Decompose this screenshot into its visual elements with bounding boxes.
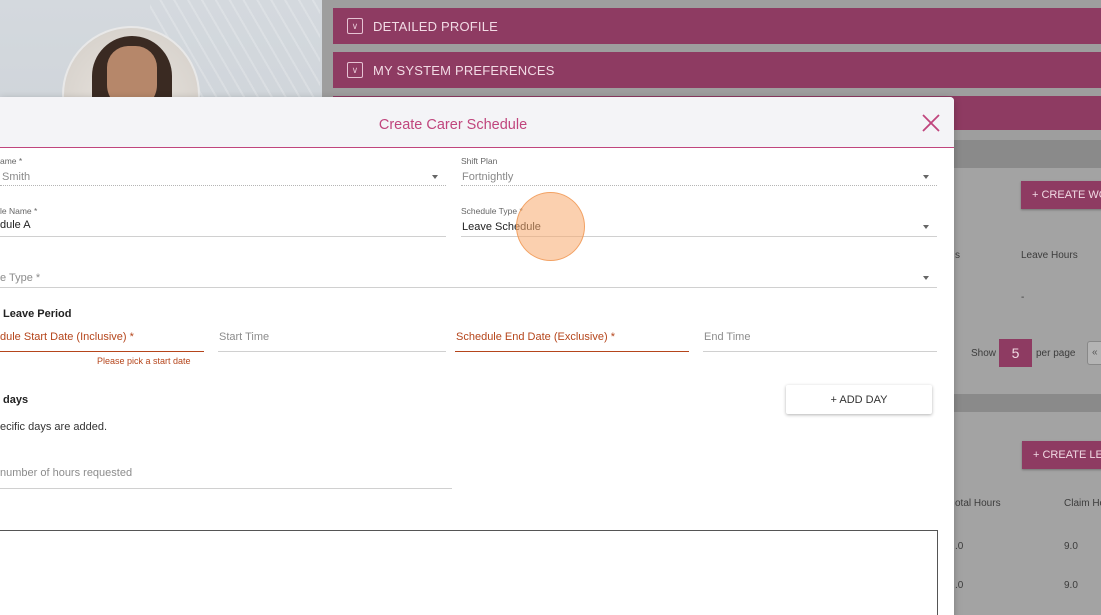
leave-type-placeholder: e Type *: [0, 272, 41, 284]
carer-name-label: ame *: [0, 156, 23, 166]
per-page-select[interactable]: 5: [999, 339, 1032, 367]
per-page-label: per page: [1036, 348, 1076, 359]
close-icon[interactable]: [919, 111, 943, 135]
carer-name-value: Smith: [2, 171, 31, 183]
add-day-label: + ADD DAY: [830, 393, 888, 406]
field-underline: [0, 185, 446, 186]
shift-plan-value: Fortnightly: [462, 171, 514, 183]
create-work-schedule-button[interactable]: + CREATE WO: [1021, 181, 1101, 209]
field-underline: [461, 236, 937, 237]
create-carer-schedule-dialog: Create Carer Schedule ame * Smith Shift …: [0, 97, 954, 615]
field-underline: [0, 488, 452, 489]
cell-claim-hours: 9.0: [1064, 580, 1078, 591]
add-day-button[interactable]: + ADD DAY: [786, 385, 932, 414]
create-work-label: + CREATE WO: [1032, 189, 1101, 201]
accordion-system-preferences[interactable]: ∨ MY SYSTEM PREFERENCES: [333, 52, 1101, 88]
shift-plan-label: Shift Plan: [461, 156, 498, 166]
field-underline: [0, 287, 937, 288]
field-underline: [0, 351, 204, 352]
field-underline: [703, 351, 937, 352]
per-page-value: 5: [1011, 345, 1020, 361]
chevron-down-icon: [923, 175, 929, 179]
leave-period-title: Leave Period: [3, 308, 72, 320]
start-date-label: dule Start Date (Inclusive) *: [0, 331, 134, 343]
cell-total-hours: .0: [955, 541, 964, 552]
start-date-error: Please pick a start date: [97, 356, 191, 366]
accordion-label: MY SYSTEM PREFERENCES: [373, 62, 555, 78]
cell-total-hours: .0: [955, 580, 964, 591]
field-underline: [218, 351, 446, 352]
column-header-claim-hours: Claim Ho: [1064, 498, 1101, 509]
field-underline: [0, 236, 446, 237]
schedule-name-value: dule A: [0, 219, 31, 231]
column-header-leave-hours: Leave Hours: [1021, 250, 1078, 261]
schedule-type-value: Leave Schedule: [462, 221, 541, 233]
dialog-header: Create Carer Schedule: [0, 97, 954, 148]
chevron-down-icon: [923, 225, 929, 229]
chevron-down-icon: ∨: [347, 62, 363, 78]
section-band: [954, 140, 1101, 168]
create-leave-label: + CREATE LEA: [1033, 449, 1101, 461]
dialog-title: Create Carer Schedule: [378, 117, 528, 133]
days-note: ecific days are added.: [0, 421, 108, 433]
chevron-down-icon: [923, 276, 929, 280]
schedule-type-label: Schedule Type *: [461, 206, 523, 216]
pager-first-button[interactable]: «: [1087, 341, 1101, 365]
schedule-name-label: le Name *: [0, 206, 38, 216]
notes-textarea[interactable]: [0, 530, 938, 615]
chevron-down-icon: [432, 175, 438, 179]
section-band: [954, 394, 1101, 412]
accordion-detailed-profile[interactable]: ∨ DETAILED PROFILE: [333, 8, 1101, 44]
column-header-fragment: s: [955, 250, 960, 261]
start-time-placeholder: Start Time: [219, 331, 270, 343]
accordion-label: DETAILED PROFILE: [373, 18, 499, 34]
hours-requested-placeholder: number of hours requested: [0, 467, 133, 479]
field-underline: [455, 351, 689, 352]
create-leave-schedule-button[interactable]: + CREATE LEA: [1022, 441, 1101, 469]
days-title: days: [3, 394, 29, 406]
column-header-total-hours: otal Hours: [955, 498, 1001, 509]
cell-claim-hours: 9.0: [1064, 541, 1078, 552]
end-time-placeholder: End Time: [704, 331, 751, 343]
chevron-down-icon: ∨: [347, 18, 363, 34]
show-label: Show: [971, 348, 997, 359]
field-underline: [461, 185, 937, 186]
pager-first-icon: «: [1092, 347, 1098, 358]
cell-leave-hours: -: [1021, 292, 1025, 303]
end-date-label: Schedule End Date (Exclusive) *: [456, 331, 615, 343]
